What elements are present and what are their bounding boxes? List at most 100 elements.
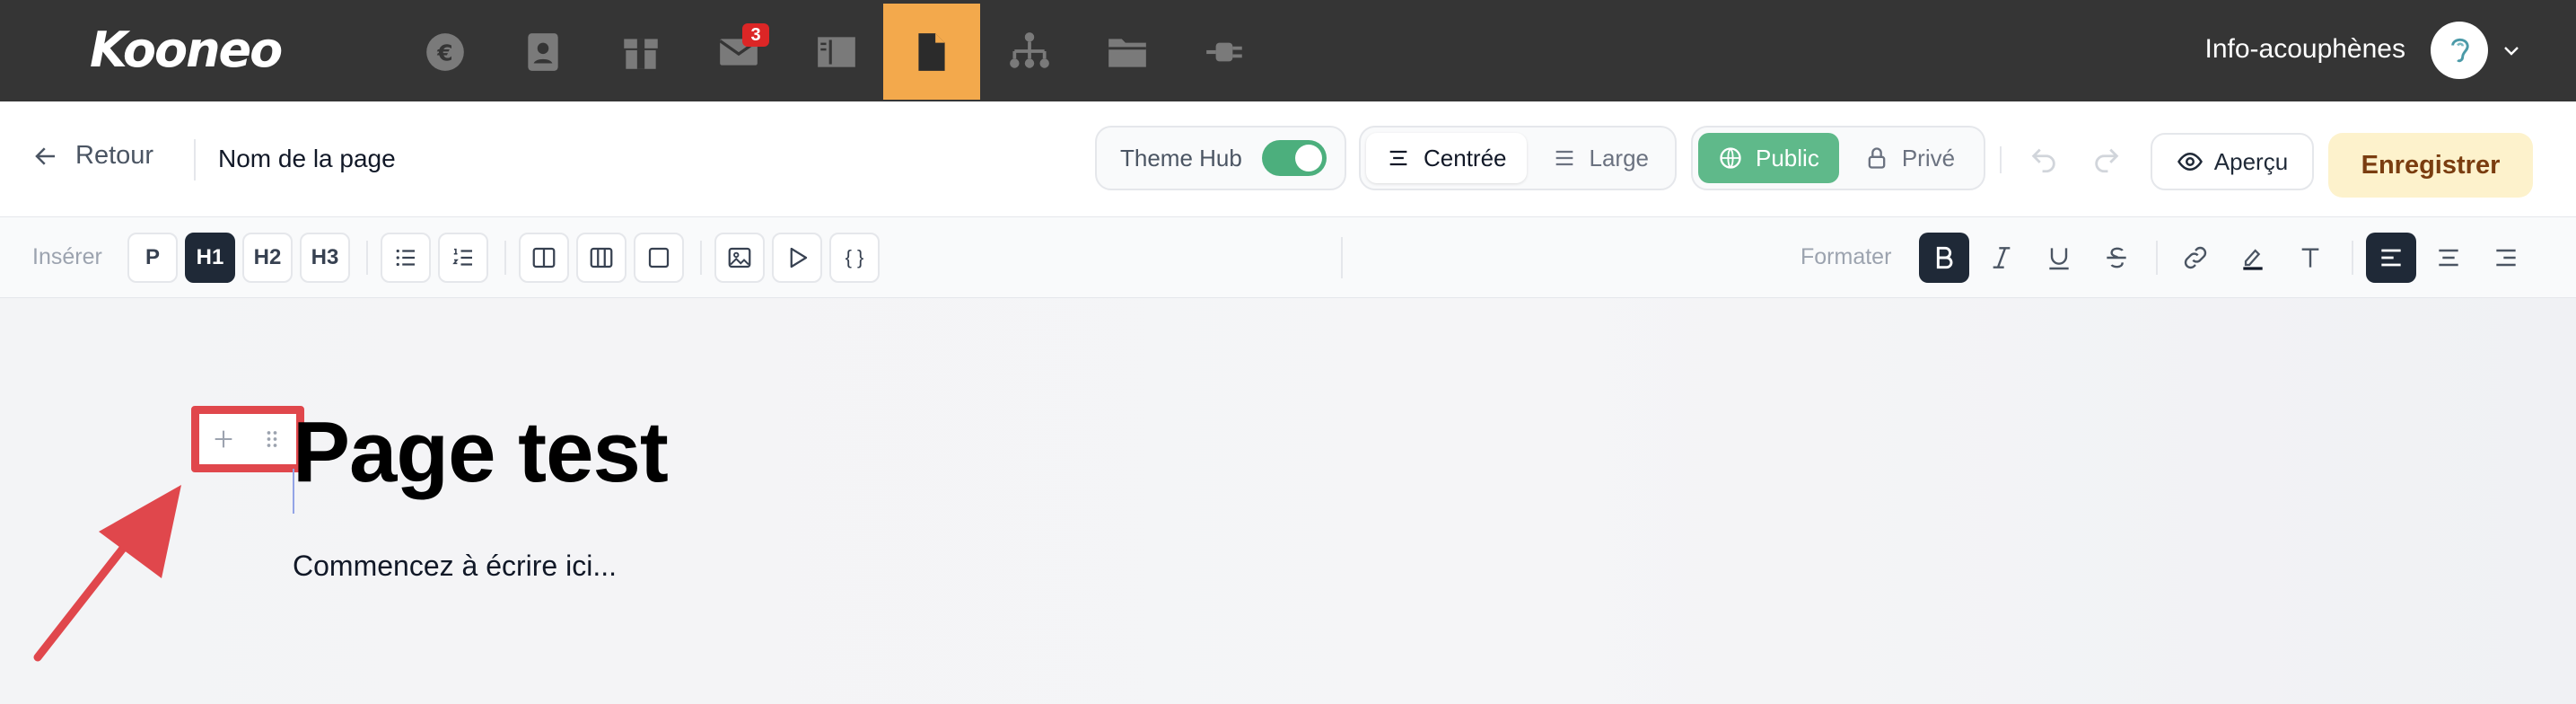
align-left-button[interactable] [2366, 233, 2416, 283]
block-type-p[interactable]: P [127, 233, 178, 283]
bold-icon [1936, 246, 1953, 269]
align-center-button[interactable] [2423, 233, 2474, 283]
back-label: Retour [75, 141, 154, 170]
link-icon [2184, 246, 2207, 269]
align-center-icon [2439, 249, 2458, 267]
divider [504, 241, 506, 275]
image-icon [728, 247, 751, 268]
kooneo-logo[interactable]: Kooneo [90, 22, 283, 78]
account-name[interactable]: Info-acouphènes [2204, 34, 2405, 65]
chevron-down-icon[interactable] [2501, 40, 2522, 61]
width-option-centree[interactable]: Centrée [1366, 133, 1527, 183]
nav-sitemap[interactable] [981, 4, 1078, 100]
visibility-selector: Public Privé [1691, 126, 1985, 190]
link-button[interactable] [2170, 233, 2221, 283]
width-selector: Centrée Large [1359, 126, 1677, 190]
underline-button[interactable] [2034, 233, 2084, 283]
strikethrough-button[interactable] [2091, 233, 2142, 283]
bullet-list-icon [396, 249, 415, 267]
ear-logo-icon [2451, 38, 2469, 63]
highlight-button[interactable] [2228, 233, 2278, 283]
theme-hub-control: Theme Hub [1095, 126, 1346, 190]
italic-button[interactable] [1976, 233, 2027, 283]
layout-icon [818, 36, 855, 67]
highlighter-icon [2243, 249, 2263, 270]
editor-canvas[interactable]: Page test Commencez à écrire ici... [0, 298, 2576, 704]
svg-text:€: € [436, 40, 452, 66]
undo-icon[interactable] [2028, 145, 2059, 175]
back-button[interactable]: Retour [32, 141, 153, 171]
mail-badge: 3 [742, 23, 769, 47]
bold-button[interactable] [1919, 233, 1969, 283]
nav-plugins[interactable] [1177, 4, 1274, 100]
document-title[interactable]: Page test [293, 409, 669, 496]
box-icon [624, 38, 658, 69]
nav-mail[interactable]: 3 [690, 4, 787, 100]
redo-icon[interactable] [2091, 145, 2122, 175]
block-type-h3[interactable]: H3 [300, 233, 350, 283]
bullet-list-button[interactable] [381, 233, 431, 283]
align-right-button[interactable] [2481, 233, 2531, 283]
insert-code-button[interactable]: { } [829, 233, 880, 283]
block-controls-highlight [191, 406, 304, 472]
page-icon [918, 32, 945, 71]
nav-contacts[interactable] [495, 4, 591, 100]
folder-icon [1108, 38, 1146, 67]
three-columns-button[interactable] [576, 233, 626, 283]
theme-hub-toggle[interactable] [1261, 140, 1327, 176]
text-type-icon [2301, 248, 2319, 268]
contacts-icon [528, 32, 558, 71]
play-icon [790, 247, 808, 268]
theme-hub-label: Theme Hub [1120, 144, 1242, 172]
divider [1341, 237, 1343, 278]
divider [700, 241, 702, 275]
nav-layout[interactable] [788, 4, 885, 100]
underline-icon [2049, 248, 2069, 270]
preview-button[interactable]: Aperçu [2151, 133, 2314, 190]
three-columns-icon [590, 247, 613, 268]
eye-icon [2177, 152, 2203, 172]
divider [2352, 241, 2353, 275]
block-type-h2[interactable]: H2 [242, 233, 293, 283]
nav-pages[interactable] [883, 4, 980, 100]
insert-image-button[interactable] [714, 233, 765, 283]
visibility-option-public[interactable]: Public [1698, 133, 1839, 183]
align-left-icon [2381, 249, 2401, 267]
drag-handle-icon[interactable] [259, 427, 285, 452]
align-justify-icon [1555, 150, 1573, 166]
globe-icon [1720, 147, 1741, 169]
format-label: Formater [1801, 244, 1892, 269]
container-button[interactable] [634, 233, 684, 283]
lock-icon [1868, 147, 1886, 169]
insert-label: Insérer [32, 244, 102, 269]
align-right-icon [2496, 249, 2516, 267]
page-name[interactable]: Nom de la page [218, 145, 396, 173]
block-type-h1[interactable]: H1 [185, 233, 235, 283]
divider [2156, 241, 2158, 275]
two-columns-button[interactable] [519, 233, 569, 283]
nav-folder[interactable] [1079, 4, 1176, 100]
annotation-arrow-icon [33, 485, 181, 662]
avatar[interactable] [2431, 22, 2488, 79]
save-button[interactable]: Enregistrer [2328, 133, 2533, 198]
sitemap-icon [1010, 31, 1049, 68]
visibility-option-prive[interactable]: Privé [1844, 133, 1975, 183]
format-bar: Insérer P H1 H2 H3 { } Formater [0, 217, 2576, 298]
two-columns-icon [532, 247, 556, 268]
italic-icon [1993, 247, 2011, 268]
divider [194, 139, 196, 180]
plug-icon [1206, 42, 1242, 61]
strikethrough-icon [2107, 247, 2126, 268]
arrow-left-icon [35, 146, 55, 165]
divider [2000, 146, 2002, 173]
plus-icon[interactable] [211, 427, 236, 452]
square-icon [648, 247, 670, 268]
divider [366, 241, 368, 275]
width-option-large[interactable]: Large [1532, 133, 1669, 183]
numbered-list-button[interactable] [438, 233, 488, 283]
nav-box[interactable] [592, 4, 689, 100]
nav-euro[interactable]: € [397, 4, 494, 100]
clear-format-button[interactable] [2285, 233, 2335, 283]
document-body-placeholder[interactable]: Commencez à écrire ici... [293, 550, 617, 583]
insert-video-button[interactable] [772, 233, 822, 283]
